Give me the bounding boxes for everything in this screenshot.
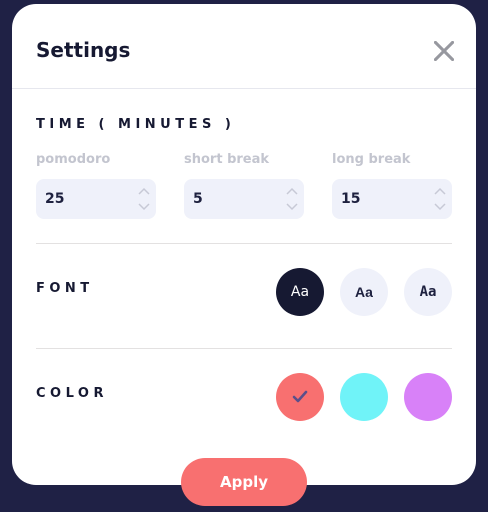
font-option-label: Aa bbox=[355, 284, 373, 300]
apply-button[interactable]: Apply bbox=[181, 458, 307, 506]
font-option-label: Aa bbox=[290, 284, 310, 300]
font-section-label: FONT bbox=[36, 281, 94, 296]
short-break-stepper[interactable] bbox=[286, 185, 298, 213]
color-option-purple[interactable] bbox=[404, 373, 452, 421]
font-option-sans[interactable]: Aa bbox=[276, 268, 324, 316]
time-section-label: TIME ( MINUTES ) bbox=[36, 117, 236, 132]
font-option-label: Aa bbox=[419, 284, 437, 300]
modal-title: Settings bbox=[36, 38, 131, 62]
short-break-value[interactable]: 5 bbox=[193, 191, 203, 207]
pomodoro-input[interactable]: 25 bbox=[36, 179, 156, 219]
short-break-label: short break bbox=[184, 152, 270, 167]
modal-header: Settings bbox=[12, 4, 476, 89]
pomodoro-stepper[interactable] bbox=[138, 185, 150, 213]
divider bbox=[36, 348, 452, 349]
long-break-input[interactable]: 15 bbox=[332, 179, 452, 219]
color-option-cyan[interactable] bbox=[340, 373, 388, 421]
chevron-up-icon[interactable] bbox=[138, 187, 150, 195]
long-break-label: long break bbox=[332, 152, 411, 167]
pomodoro-label: pomodoro bbox=[36, 152, 111, 167]
long-break-stepper[interactable] bbox=[434, 185, 446, 213]
long-break-value[interactable]: 15 bbox=[341, 191, 360, 207]
font-option-mono[interactable]: Aa bbox=[404, 268, 452, 316]
chevron-down-icon[interactable] bbox=[286, 203, 298, 211]
settings-modal: Settings TIME ( MINUTES ) pomodoro short… bbox=[12, 4, 476, 485]
color-section-label: COLOR bbox=[36, 386, 108, 401]
font-option-bold[interactable]: Aa bbox=[340, 268, 388, 316]
color-option-red[interactable] bbox=[276, 373, 324, 421]
chevron-down-icon[interactable] bbox=[434, 203, 446, 211]
checkmark-icon bbox=[292, 390, 308, 403]
short-break-input[interactable]: 5 bbox=[184, 179, 304, 219]
chevron-down-icon[interactable] bbox=[138, 203, 150, 211]
chevron-up-icon[interactable] bbox=[434, 187, 446, 195]
divider bbox=[36, 243, 452, 244]
pomodoro-value[interactable]: 25 bbox=[45, 191, 64, 207]
chevron-up-icon[interactable] bbox=[286, 187, 298, 195]
close-icon[interactable] bbox=[434, 41, 454, 61]
